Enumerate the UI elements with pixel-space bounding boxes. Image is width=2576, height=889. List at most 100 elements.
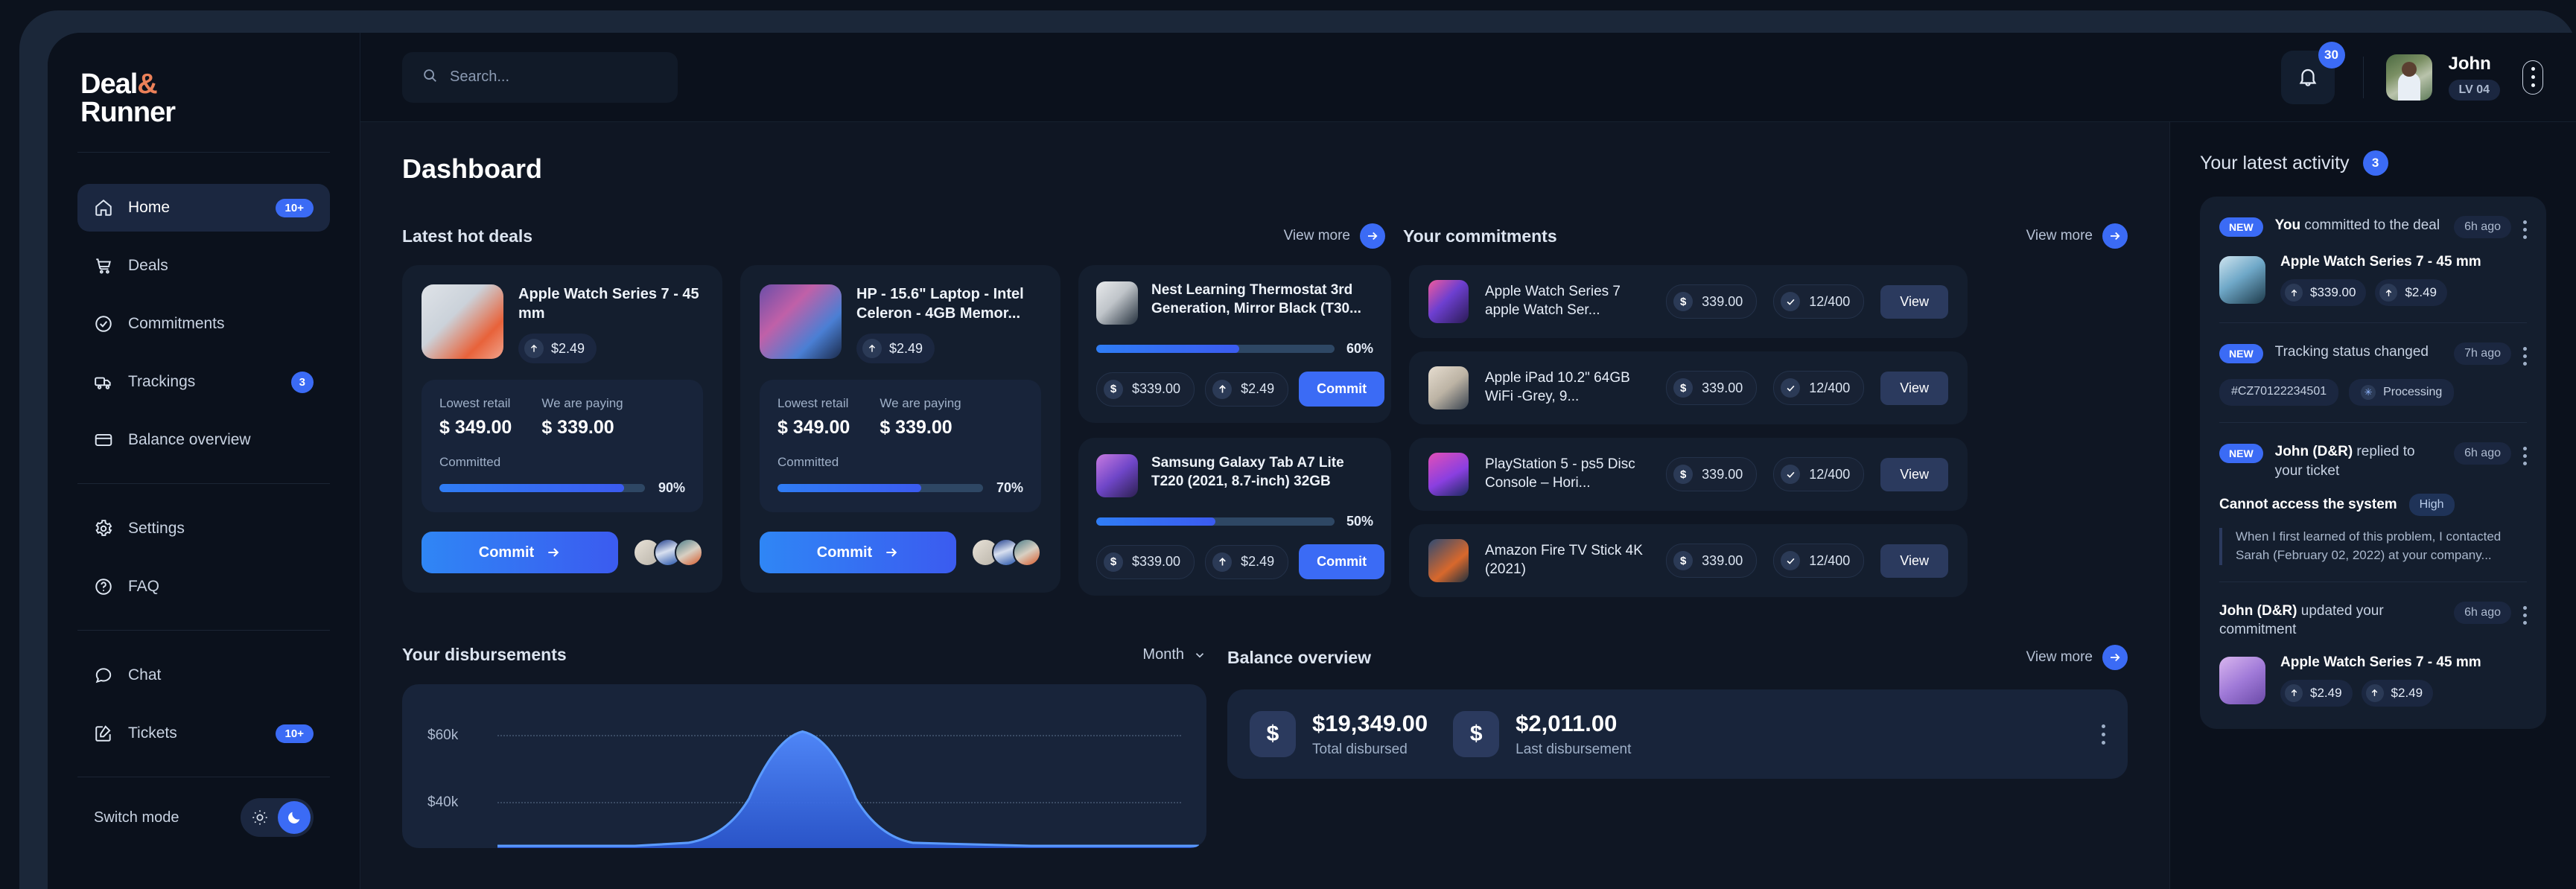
- activity-item[interactable]: John (D&R) updated your commitment 6h ag…: [2219, 581, 2527, 723]
- arrow-right-icon: [548, 548, 559, 557]
- sidebar-nav: Home 10+ Deals Commitments Trackings 3 B…: [77, 184, 330, 837]
- arrow-right-icon: [1360, 223, 1385, 249]
- theme-toggle[interactable]: [241, 798, 314, 837]
- edit-square-icon: [94, 724, 113, 743]
- balance-kebab-icon[interactable]: [2102, 724, 2105, 745]
- activity-actor: You: [2274, 217, 2301, 233]
- sidebar-item-balance-overview[interactable]: Balance overview: [77, 416, 330, 464]
- notifications[interactable]: 30: [2280, 41, 2345, 104]
- gear-icon: [94, 519, 113, 538]
- activity-kebab-icon[interactable]: [2523, 447, 2527, 465]
- deal-card[interactable]: HP - 15.6" Laptop - Intel Celeron - 4GB …: [740, 265, 1060, 593]
- mini-deal-card[interactable]: Nest Learning Thermostat 3rd Generation,…: [1078, 265, 1391, 423]
- sidebar-item-commitments[interactable]: Commitments: [77, 300, 330, 348]
- commitment-name: Amazon Fire TV Stick 4K (2021): [1485, 543, 1643, 577]
- product-thumbnail: [2219, 656, 2265, 704]
- sidebar-item-settings[interactable]: Settings: [77, 505, 330, 552]
- sidebar-item-home[interactable]: Home 10+: [77, 184, 330, 232]
- disbursements-title: Your disbursements: [402, 645, 567, 664]
- check-icon: [1781, 292, 1801, 311]
- arrow-right-icon: [2102, 223, 2128, 249]
- committed-label: Committed: [439, 455, 501, 469]
- commitment-row[interactable]: Apple iPad 10.2" 64GB WiFi -Grey, 9... $…: [1409, 351, 1968, 424]
- dollar-icon: $: [1673, 465, 1694, 484]
- sidebar-badge-trackings: 3: [290, 371, 314, 393]
- activity-actor: John (D&R): [2219, 602, 2297, 619]
- view-button[interactable]: View: [1880, 544, 1948, 578]
- sun-icon[interactable]: [244, 801, 276, 834]
- chevron-down-icon: [1195, 652, 1204, 657]
- sidebar-item-label: Trackings: [128, 373, 196, 390]
- quantity-pill: 12/400: [1773, 457, 1865, 491]
- search-input[interactable]: [450, 68, 658, 86]
- activity-kebab-icon[interactable]: [2523, 605, 2527, 625]
- main-region: Dashboard Latest hot deals View more You…: [360, 122, 2576, 889]
- commitment-row[interactable]: Apple Watch Series 7 apple Watch Ser... …: [1409, 265, 1968, 338]
- quantity-pill: 12/400: [1773, 544, 1865, 578]
- user-menu-kebab-icon[interactable]: [2522, 60, 2543, 95]
- progress-bar: [1096, 345, 1335, 353]
- app-logo[interactable]: Deal& Runner: [77, 33, 330, 127]
- progress-value: 60%: [1346, 341, 1373, 356]
- arrow-up-icon: [2379, 284, 2398, 302]
- balance-view-more[interactable]: View more: [2026, 645, 2128, 670]
- activity-panel: Your latest activity 3 NEW You committed…: [2170, 122, 2576, 889]
- delta-value: $2.49: [551, 340, 585, 356]
- page-title: Dashboard: [402, 153, 543, 184]
- view-button[interactable]: View: [1880, 284, 1948, 319]
- sidebar-item-tickets[interactable]: Tickets 10+: [77, 710, 330, 757]
- question-circle-icon: [94, 577, 113, 596]
- commitment-row[interactable]: Amazon Fire TV Stick 4K (2021) $ 339.00 …: [1409, 524, 1968, 597]
- commit-button[interactable]: Commit: [422, 532, 618, 573]
- deal-card[interactable]: Apple Watch Series 7 - 45 mm $2.49 Lowes…: [402, 265, 722, 593]
- dollar-icon: $: [1104, 552, 1123, 572]
- product-thumbnail: [1096, 281, 1138, 325]
- user-meta: John LV 04: [2448, 54, 2500, 101]
- dollar-icon: $: [1104, 379, 1123, 399]
- arrow-up-icon: [2365, 684, 2384, 702]
- price-value: 339.00: [1702, 380, 1743, 395]
- activity-item[interactable]: NEW John (D&R) replied to your ticket 6h…: [2219, 422, 2527, 581]
- progress-bar: [1096, 517, 1335, 526]
- hot-deals-view-more[interactable]: View more: [1284, 223, 1385, 249]
- sidebar-item-trackings[interactable]: Trackings 3: [77, 358, 330, 406]
- sidebar-item-chat[interactable]: Chat: [77, 651, 330, 699]
- activity-kebab-icon[interactable]: [2523, 220, 2527, 239]
- commit-button[interactable]: Commit: [1299, 544, 1385, 579]
- product-name: Apple Watch Series 7 - 45 mm: [2280, 654, 2481, 670]
- commit-button[interactable]: Commit: [760, 532, 956, 573]
- avatar[interactable]: [2385, 54, 2432, 101]
- logo-text-deal: Deal: [80, 68, 138, 100]
- activity-item[interactable]: NEW Tracking status changed 7h ago #CZ70…: [2219, 322, 2527, 422]
- ticket-quote: When I first learned of this problem, I …: [2219, 528, 2527, 565]
- sidebar-item-faq[interactable]: FAQ: [77, 563, 330, 611]
- home-icon: [94, 198, 113, 217]
- commitments-view-more[interactable]: View more: [2026, 223, 2128, 249]
- bottom-row: Your disbursements Month $60k $40k Balan…: [402, 645, 2128, 848]
- arrow-right-icon: [2102, 645, 2128, 670]
- commit-button[interactable]: Commit: [1299, 372, 1385, 407]
- activity-kebab-icon[interactable]: [2523, 347, 2527, 366]
- deal-title: Apple Watch Series 7 - 45 mm: [518, 286, 699, 322]
- commitment-row[interactable]: PlayStation 5 - ps5 Disc Console – Hori.…: [1409, 438, 1968, 511]
- view-button[interactable]: View: [1880, 457, 1948, 491]
- progress-value: 50%: [1346, 514, 1373, 529]
- view-button[interactable]: View: [1880, 371, 1948, 405]
- activity-text: John (D&R) updated your commitment: [2219, 602, 2442, 640]
- moon-icon[interactable]: [278, 801, 311, 834]
- activity-count-badge: 3: [2362, 150, 2388, 176]
- price-pill: $ $339.00: [1096, 544, 1195, 579]
- logo-text-runner: Runner: [80, 97, 176, 128]
- search-box[interactable]: [402, 51, 678, 103]
- period-dropdown[interactable]: Month: [1142, 646, 1206, 663]
- progress-value: 90%: [658, 480, 685, 495]
- mini-deal-card[interactable]: Samsung Galaxy Tab A7 Lite T220 (2021, 8…: [1078, 438, 1391, 596]
- sidebar-item-label: FAQ: [128, 578, 160, 595]
- last-disbursement-label: Last disbursement: [1516, 742, 1632, 757]
- activity-item[interactable]: NEW You committed to the deal 6h ago App…: [2219, 216, 2527, 322]
- arrow-up-icon: [2285, 284, 2303, 302]
- view-more-label: View more: [2026, 228, 2093, 243]
- sidebar-item-deals[interactable]: Deals: [77, 242, 330, 290]
- commitment-name: Apple Watch Series 7 apple Watch Ser...: [1485, 284, 1621, 318]
- price-pill: $339.00: [2280, 279, 2367, 306]
